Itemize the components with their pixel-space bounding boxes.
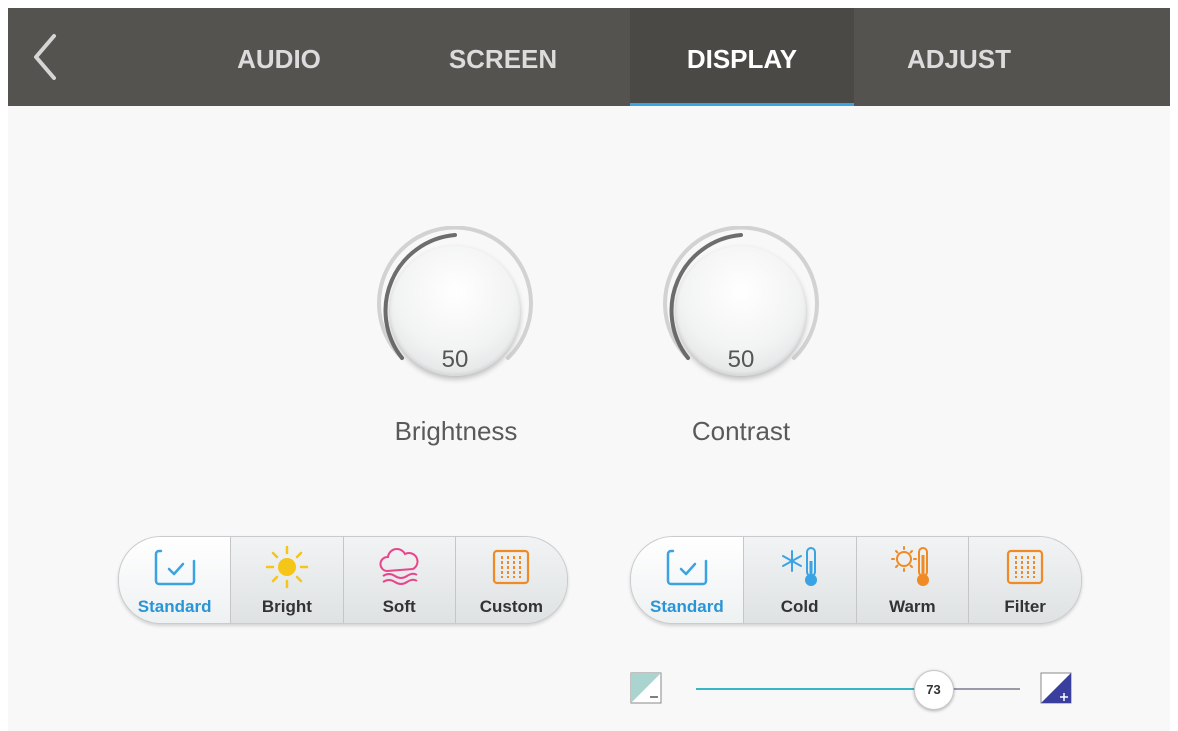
tab-screen[interactable]: SCREEN — [408, 8, 598, 106]
brightness-value: 50 — [441, 346, 469, 373]
back-button[interactable] — [26, 32, 66, 82]
brightness-dial[interactable]: 50 — [370, 226, 540, 396]
tab-audio[interactable]: AUDIO — [184, 8, 374, 106]
filter-slider: 73 — [628, 664, 1088, 714]
display-settings-screen: AUDIO SCREEN DISPLAY ADJUST 50 Brightnes… — [8, 8, 1170, 731]
picture-mode-bright-button[interactable]: Bright — [231, 537, 344, 623]
contrast-value: 50 — [727, 346, 755, 373]
picture-mode-standard-label: Standard — [137, 597, 212, 616]
cold-thermometer-icon — [781, 547, 817, 586]
filter-sliders-icon — [1007, 549, 1044, 585]
picture-mode-bright-label: Bright — [261, 597, 312, 616]
slider-track-rest[interactable] — [951, 688, 1020, 690]
standard-check-icon — [666, 549, 708, 586]
color-temp-cold-label: Cold — [780, 597, 819, 616]
contrast-label: Contrast — [691, 416, 791, 446]
color-temp-warm-label: Warm — [889, 597, 936, 616]
increase-filter-icon[interactable] — [1040, 672, 1072, 704]
color-temp-warm-button[interactable]: Warm — [856, 537, 970, 623]
color-temp-standard-label: Standard — [650, 597, 724, 616]
decrease-filter-icon[interactable] — [630, 672, 662, 704]
slider-track-filled[interactable] — [696, 688, 914, 690]
picture-mode-custom-button[interactable]: Custom — [455, 537, 567, 623]
chevron-left-icon — [34, 34, 56, 80]
tab-display[interactable]: DISPLAY — [630, 8, 854, 106]
picture-mode-soft-button[interactable]: Soft — [343, 537, 456, 623]
top-navigation-bar: AUDIO SCREEN DISPLAY ADJUST — [8, 8, 1170, 106]
standard-check-icon — [154, 549, 195, 586]
warm-thermometer-icon — [891, 546, 930, 586]
picture-mode-soft-label: Soft — [382, 597, 416, 616]
color-temp-standard-button[interactable]: Standard — [631, 537, 744, 623]
picture-mode-standard-button[interactable]: Standard — [119, 537, 232, 623]
color-temp-filter-button[interactable]: Filter — [969, 537, 1081, 623]
brightness-label: Brightness — [394, 416, 518, 446]
contrast-dial[interactable]: 50 — [656, 226, 826, 396]
color-temperature-selector: Standard Cold Warm Filter — [630, 536, 1082, 624]
color-temp-cold-button[interactable]: Cold — [743, 537, 857, 623]
slider-thumb[interactable]: 73 — [913, 670, 954, 710]
picture-mode-selector: Standard Bright Soft Custom — [118, 536, 568, 624]
picture-mode-custom-label: Custom — [479, 597, 544, 616]
tab-adjust[interactable]: ADJUST — [864, 8, 1054, 106]
custom-sliders-icon — [493, 549, 530, 585]
color-temp-filter-label: Filter — [1004, 597, 1046, 616]
cloud-icon — [379, 548, 419, 585]
sun-icon — [265, 545, 309, 589]
